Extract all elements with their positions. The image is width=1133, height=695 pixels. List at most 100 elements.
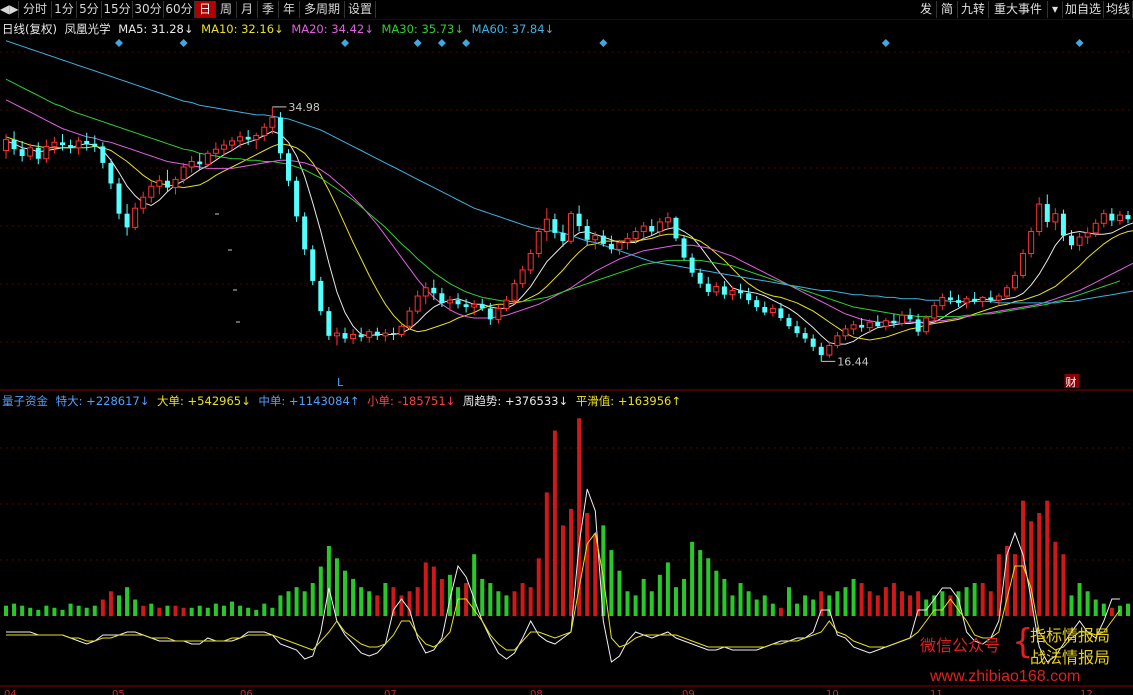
toolbar-btn-year[interactable]: 年: [279, 1, 300, 18]
flow-bar: [270, 607, 275, 616]
candle-body: [939, 296, 946, 307]
flow-bar: [375, 595, 380, 616]
ma60-label: MA60: 37.84↓: [471, 22, 555, 36]
toolbar-btn-jiuzhuan[interactable]: 九转: [958, 1, 989, 18]
candle-body: [132, 207, 139, 228]
toolbar-btn-m1[interactable]: 1分: [52, 1, 77, 18]
candle-body: [1084, 232, 1091, 238]
toolbar-btn-m5[interactable]: 5分: [77, 1, 102, 18]
toolbar-btn-junxian[interactable]: 均线: [1104, 1, 1133, 18]
toolbar-btn-multi[interactable]: 多周期: [300, 1, 345, 18]
flow-bar: [1045, 500, 1050, 616]
candle-body: [204, 152, 211, 165]
toolbar-btn-m60[interactable]: 60分: [164, 1, 195, 18]
watermark-wechat: 微信公众号: [920, 636, 1001, 655]
candle-body: [245, 136, 251, 140]
flow-bar: [92, 605, 97, 616]
toolbar-btn-jian[interactable]: 简: [937, 1, 958, 18]
candle-body: [584, 226, 590, 240]
flow-bar: [1125, 603, 1131, 616]
x-axis-label: 10: [826, 689, 839, 695]
candle-body: [43, 145, 50, 160]
toolbar-btn-m30[interactable]: 30分: [133, 1, 164, 18]
candle-body: [568, 213, 575, 242]
toolbar-btn-settings[interactable]: 设置: [345, 1, 376, 18]
x-axis-label: 09: [682, 689, 695, 695]
flow-bar: [504, 595, 509, 616]
candle-body: [455, 300, 461, 305]
toolbar-btn-events[interactable]: 重大事件: [989, 1, 1048, 18]
candle-body: [543, 218, 550, 233]
flow-bar: [447, 574, 452, 616]
marker-cai: 财: [1065, 375, 1076, 389]
candle-body: [794, 326, 800, 334]
marker-cai-bg: [1064, 374, 1080, 388]
candle-body: [269, 117, 276, 128]
candle-body: [1036, 203, 1043, 233]
candle-body: [891, 320, 897, 324]
flow-bar: [811, 599, 816, 616]
candle-body: [261, 126, 268, 136]
flow-bar: [593, 533, 598, 616]
candle-body: [1068, 235, 1074, 246]
flow-bar: [351, 578, 356, 616]
toolbar-btn-addfav[interactable]: 加自选: [1063, 1, 1104, 18]
toolbar-btn-m15[interactable]: 15分: [102, 1, 133, 18]
flow-bar: [181, 607, 186, 616]
flow-bar: [843, 587, 848, 616]
candle-body: [875, 322, 881, 327]
toolbar-btn-fenshi[interactable]: 分时: [19, 1, 52, 18]
event-diamond-icon: [462, 39, 471, 47]
kline-chart[interactable]: 34.9816.44L财榜040506070809101112: [0, 0, 1133, 695]
flow-bar: [641, 578, 646, 616]
candle-body: [535, 231, 542, 254]
flow-bar: [1029, 521, 1034, 616]
candle-body: [915, 319, 921, 332]
candle-body: [931, 305, 938, 319]
toolbar-btn-day[interactable]: 日: [195, 1, 216, 18]
toolbar-btn-season[interactable]: 季: [258, 1, 279, 18]
flow-bar: [278, 595, 283, 616]
candle-body: [802, 333, 808, 339]
flow-bar: [117, 595, 122, 616]
event-diamond-icon: [341, 39, 350, 47]
flow-bar: [956, 591, 961, 616]
candle-body: [220, 144, 227, 150]
watermark-line2: 战法情报局: [1030, 648, 1111, 667]
flow-bar: [690, 541, 695, 616]
toolbar-btn-prev[interactable]: ◀▶: [0, 1, 19, 18]
candle-body: [519, 269, 526, 285]
flow-bar: [12, 603, 17, 616]
toolbar-btn-month[interactable]: 月: [237, 1, 258, 18]
flow-bar: [940, 591, 945, 616]
flow-bar: [795, 603, 800, 616]
candle-body: [769, 307, 776, 314]
candle-body: [608, 243, 614, 250]
candle-body: [859, 324, 865, 328]
stock-name: 凤凰光学: [64, 22, 111, 36]
flow-bar: [100, 599, 105, 616]
event-diamond-icon: [179, 39, 188, 47]
candle-body: [850, 324, 857, 330]
flow-bar: [859, 583, 864, 616]
low-label: 16.44: [837, 355, 869, 368]
flow-bar: [924, 599, 929, 616]
pinghua-label: 平滑值: +163956↑: [575, 394, 681, 408]
flow-bar: [714, 570, 719, 616]
candle-body: [51, 141, 58, 147]
toolbar-btn-dropdown[interactable]: ▾: [1048, 1, 1063, 18]
flow-bar: [528, 587, 533, 616]
high-label: 34.98: [288, 101, 320, 114]
flow-bar: [520, 583, 525, 616]
flow-bar: [1101, 603, 1106, 616]
flow-bar: [803, 595, 808, 616]
flow-bar: [165, 605, 170, 616]
period-toolbar: ◀▶ 分时 1分 5分 15分 30分 60分日周月季年多周期 设置 均线 加自选 ▾ 重大事件 九转简…: [0, 0, 1133, 20]
ma30-label: MA30: 35.73↓: [381, 22, 465, 36]
candle-body: [342, 333, 348, 339]
zhouqushi-label: 周趋势: +376533↓: [462, 394, 569, 408]
toolbar-btn-fa[interactable]: 发: [916, 1, 937, 18]
toolbar-btn-week[interactable]: 周: [216, 1, 237, 18]
candle-body: [326, 311, 332, 336]
flow-bar: [544, 492, 549, 616]
